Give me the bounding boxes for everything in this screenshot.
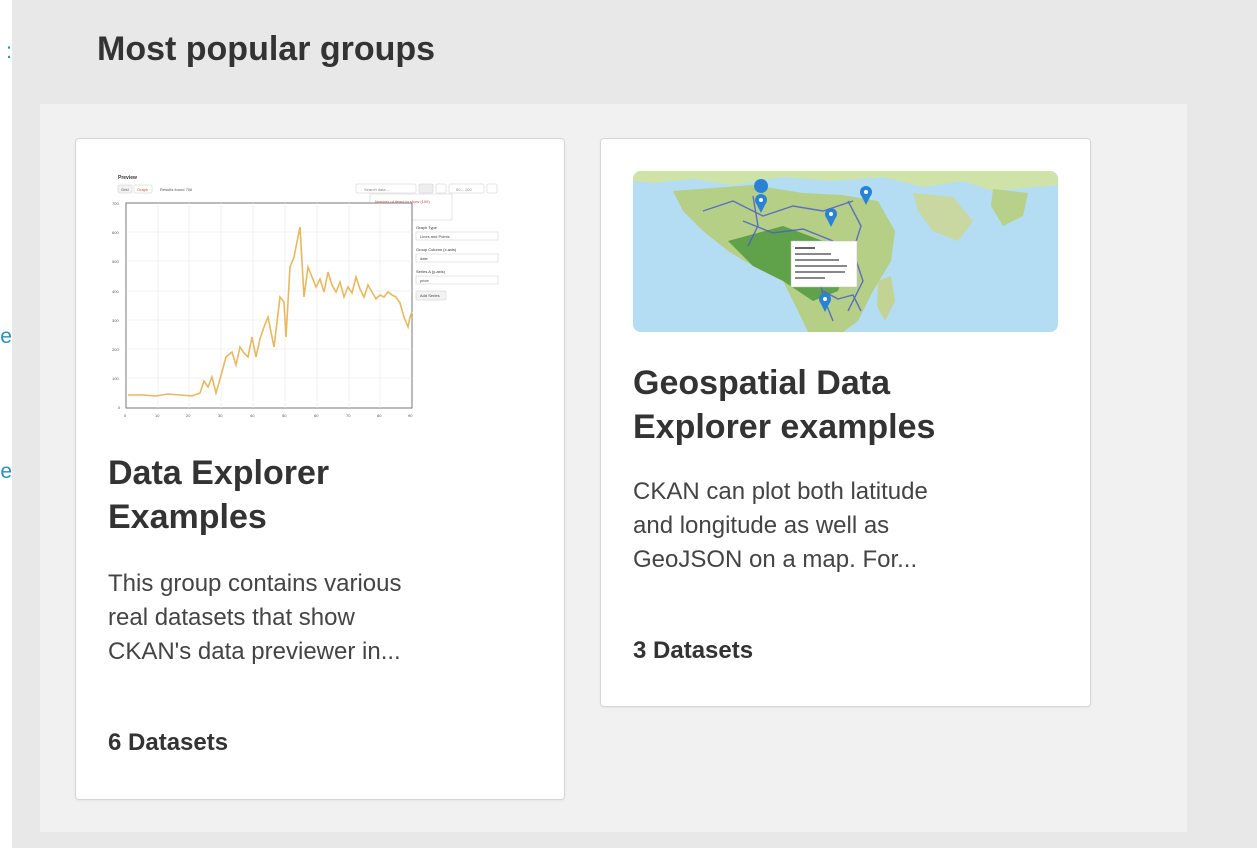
svg-text:60: 60 (314, 413, 319, 418)
svg-text:700: 700 (112, 201, 119, 206)
group-title[interactable]: Data Explorer Examples (108, 451, 538, 539)
svg-text:10: 10 (155, 413, 160, 418)
section-title: Most popular groups (97, 30, 436, 68)
left-sidebar-fragment: : re ure (0, 0, 12, 848)
svg-text:500: 500 (112, 259, 119, 264)
add-series-button: Add Series (420, 293, 440, 298)
dataset-count: 3 Datasets (633, 637, 754, 664)
svg-text:200: 200 (112, 347, 119, 352)
dataset-count: 6 Datasets (108, 729, 229, 756)
svg-text:300: 300 (112, 318, 119, 323)
range-display: 50 – 100 (456, 187, 472, 192)
svg-text:0: 0 (124, 413, 127, 418)
group-title[interactable]: Geospatial Data Explorer examples (633, 361, 1073, 449)
svg-text:70: 70 (346, 413, 351, 418)
data-previewer-graph-screenshot: Preview Grid Graph Results found 706 Sea… (112, 175, 499, 418)
grid-button: Grid (121, 187, 129, 192)
svg-text:400: 400 (112, 289, 119, 294)
group-description: CKAN can plot both latitude and longitud… (633, 478, 928, 573)
svg-text:30: 30 (218, 413, 223, 418)
search-data-input: Search data ... (364, 187, 390, 192)
group-thumbnail[interactable] (633, 171, 1058, 332)
africa-map-screenshot (633, 171, 1058, 332)
graph-button: Graph (137, 187, 148, 192)
group-column-label: Group Column (x-axis) (416, 247, 457, 252)
svg-text:600: 600 (112, 230, 119, 235)
svg-text:20: 20 (186, 413, 191, 418)
nav-fragment-3[interactable]: ure (0, 460, 12, 484)
graph-type-select: Lines and Points (420, 234, 450, 239)
group-card-data-explorer[interactable]: Preview Grid Graph Results found 706 Sea… (75, 138, 565, 800)
svg-text:50: 50 (282, 413, 287, 418)
preview-heading: Preview (118, 175, 137, 181)
group-column-select: date (420, 256, 429, 261)
svg-text:100: 100 (112, 376, 119, 381)
series-label: Series A (y-axis) (416, 269, 446, 274)
series-select: price (420, 278, 429, 283)
svg-text:80: 80 (377, 413, 382, 418)
group-description: This group contains various real dataset… (108, 570, 402, 665)
graph-type-label: Graph Type (416, 225, 438, 230)
svg-text:0: 0 (118, 405, 121, 410)
nav-fragment-2[interactable]: re (0, 325, 12, 349)
group-thumbnail[interactable]: Preview Grid Graph Results found 706 Sea… (108, 167, 536, 427)
results-found: Results found 706 (160, 187, 193, 192)
nav-fragment-1[interactable]: : (6, 40, 12, 64)
group-card-geospatial[interactable]: Geospatial Data Explorer examples CKAN c… (600, 138, 1091, 707)
svg-text:40: 40 (250, 413, 255, 418)
svg-text:90: 90 (408, 413, 413, 418)
